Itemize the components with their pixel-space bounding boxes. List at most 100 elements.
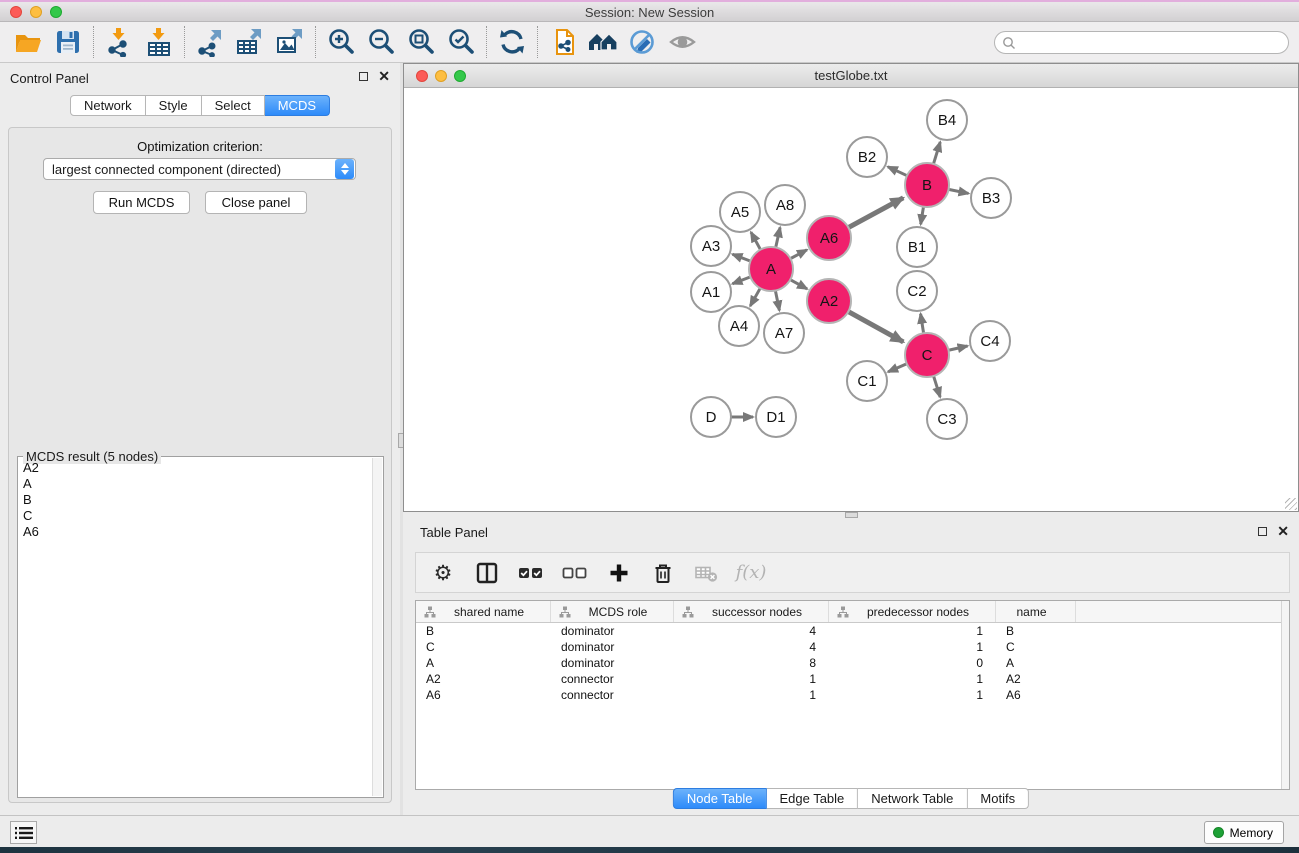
export-network-button[interactable] xyxy=(190,24,230,60)
column-header-predecessor-nodes[interactable]: predecessor nodes xyxy=(829,601,996,622)
graph-edge-C-C3[interactable] xyxy=(934,376,941,397)
save-session-button[interactable] xyxy=(48,24,88,60)
graph-edge-A-A4[interactable] xyxy=(750,288,760,306)
tab-motifs[interactable]: Motifs xyxy=(967,788,1029,809)
graph-edge-A6-B[interactable] xyxy=(848,198,903,228)
table-row[interactable]: A6connector11A6 xyxy=(416,687,1289,703)
table-row[interactable]: Cdominator41C xyxy=(416,639,1289,655)
graph-node-A3[interactable]: A3 xyxy=(691,226,731,266)
tab-network-table[interactable]: Network Table xyxy=(858,788,967,809)
graph-edge-A-A5[interactable] xyxy=(751,232,761,249)
graph-edge-B-B4[interactable] xyxy=(933,142,940,164)
graph-edge-A-A2[interactable] xyxy=(790,280,807,289)
graph-node-B[interactable]: B xyxy=(905,163,949,207)
export-image-button[interactable] xyxy=(270,24,310,60)
close-panel-icon[interactable]: ✕ xyxy=(378,71,390,81)
graph-node-D1[interactable]: D1 xyxy=(756,397,796,437)
show-columns-button[interactable] xyxy=(472,558,502,588)
graph-edge-A-A8[interactable] xyxy=(776,227,780,247)
zoom-out-button[interactable] xyxy=(361,24,401,60)
delete-table-button[interactable] xyxy=(692,558,722,588)
graph-node-B2[interactable]: B2 xyxy=(847,137,887,177)
graph-edge-C-C2[interactable] xyxy=(921,314,924,334)
mcds-scrollbar[interactable] xyxy=(372,458,382,796)
import-table-button[interactable] xyxy=(139,24,179,60)
graph-node-B1[interactable]: B1 xyxy=(897,227,937,267)
graph-node-C4[interactable]: C4 xyxy=(970,321,1010,361)
show-hidden-button[interactable] xyxy=(663,24,703,60)
graph-edge-A2-C[interactable] xyxy=(848,312,903,342)
search-field[interactable] xyxy=(994,31,1289,54)
mcds-result-item[interactable]: C xyxy=(23,508,371,524)
graph-edge-A-A1[interactable] xyxy=(732,277,750,284)
graph-node-A7[interactable]: A7 xyxy=(764,313,804,353)
zoom-selected-button[interactable] xyxy=(441,24,481,60)
graph-node-A8[interactable]: A8 xyxy=(765,185,805,225)
mcds-result-item[interactable]: A2 xyxy=(23,460,371,476)
table-row[interactable]: Bdominator41B xyxy=(416,623,1289,639)
refresh-view-button[interactable] xyxy=(492,24,532,60)
graph-node-A6[interactable]: A6 xyxy=(807,216,851,260)
graph-node-A5[interactable]: A5 xyxy=(720,192,760,232)
zoom-fit-button[interactable] xyxy=(401,24,441,60)
tab-network[interactable]: Network xyxy=(70,95,146,116)
graph-node-C3[interactable]: C3 xyxy=(927,399,967,439)
close-table-panel-icon[interactable]: ✕ xyxy=(1277,526,1289,536)
task-history-button[interactable] xyxy=(10,821,37,844)
import-network-button[interactable] xyxy=(99,24,139,60)
graph-node-B4[interactable]: B4 xyxy=(927,100,967,140)
tab-select[interactable]: Select xyxy=(202,95,265,116)
graph-node-C2[interactable]: C2 xyxy=(897,271,937,311)
graph-node-A4[interactable]: A4 xyxy=(719,306,759,346)
criterion-select[interactable]: largest connected component (directed) xyxy=(43,158,356,180)
close-panel-button[interactable]: Close panel xyxy=(205,191,307,214)
graph-edge-B-B1[interactable] xyxy=(921,207,924,225)
hide-annotations-button[interactable] xyxy=(623,24,663,60)
function-builder-button[interactable]: f(x) xyxy=(736,558,766,588)
tab-node-table[interactable]: Node Table xyxy=(673,788,767,809)
run-mcds-button[interactable]: Run MCDS xyxy=(93,191,190,214)
export-table-button[interactable] xyxy=(230,24,270,60)
table-scrollbar[interactable] xyxy=(1281,601,1289,789)
delete-column-button[interactable] xyxy=(648,558,678,588)
float-table-panel-icon[interactable] xyxy=(1258,527,1267,536)
graph-node-C1[interactable]: C1 xyxy=(847,361,887,401)
memory-button[interactable]: Memory xyxy=(1204,821,1284,844)
clone-network-button[interactable] xyxy=(543,24,583,60)
graph-node-C[interactable]: C xyxy=(905,333,949,377)
graph-edge-A-A3[interactable] xyxy=(732,254,750,261)
graph-node-D[interactable]: D xyxy=(691,397,731,437)
graph-edge-A-A6[interactable] xyxy=(790,250,807,259)
tab-style[interactable]: Style xyxy=(146,95,202,116)
mcds-result-item[interactable]: A6 xyxy=(23,524,371,540)
mcds-result-item[interactable]: A xyxy=(23,476,371,492)
graph-edge-C-C4[interactable] xyxy=(948,346,967,350)
graph-node-A1[interactable]: A1 xyxy=(691,272,731,312)
column-header-successor-nodes[interactable]: successor nodes xyxy=(674,601,829,622)
table-row[interactable]: A2connector11A2 xyxy=(416,671,1289,687)
network-canvas[interactable]: B4 B2 B B3 A8A5 A6 A3 B1 A A1 C2 A2 A4A7 C4 C C1 C3 D D1 xyxy=(404,88,1298,511)
table-row[interactable]: Adominator80A xyxy=(416,655,1289,671)
mcds-result-item[interactable]: B xyxy=(23,492,371,508)
tab-mcds[interactable]: MCDS xyxy=(265,95,330,116)
graph-node-A2[interactable]: A2 xyxy=(807,279,851,323)
zoom-in-button[interactable] xyxy=(321,24,361,60)
search-input[interactable] xyxy=(1016,34,1288,52)
column-header-shared-name[interactable]: shared name xyxy=(416,601,551,622)
column-header-name[interactable]: name xyxy=(996,601,1076,622)
graph-edge-A-A7[interactable] xyxy=(775,291,779,311)
window-resize-grip[interactable] xyxy=(1285,498,1297,510)
graph-node-B3[interactable]: B3 xyxy=(971,178,1011,218)
float-panel-icon[interactable] xyxy=(359,72,368,81)
column-header-MCDS-role[interactable]: MCDS role xyxy=(551,601,674,622)
reset-home-button[interactable] xyxy=(583,24,623,60)
graph-edge-B-B2[interactable] xyxy=(888,167,907,176)
select-all-button[interactable] xyxy=(516,558,546,588)
add-column-button[interactable] xyxy=(604,558,634,588)
graph-node-A[interactable]: A xyxy=(749,247,793,291)
open-session-button[interactable] xyxy=(8,24,48,60)
graph-edge-C-C1[interactable] xyxy=(888,364,907,372)
table-settings-button[interactable]: ⚙ xyxy=(428,558,458,588)
graph-edge-B-B3[interactable] xyxy=(949,189,969,193)
tab-edge-table[interactable]: Edge Table xyxy=(766,788,858,809)
